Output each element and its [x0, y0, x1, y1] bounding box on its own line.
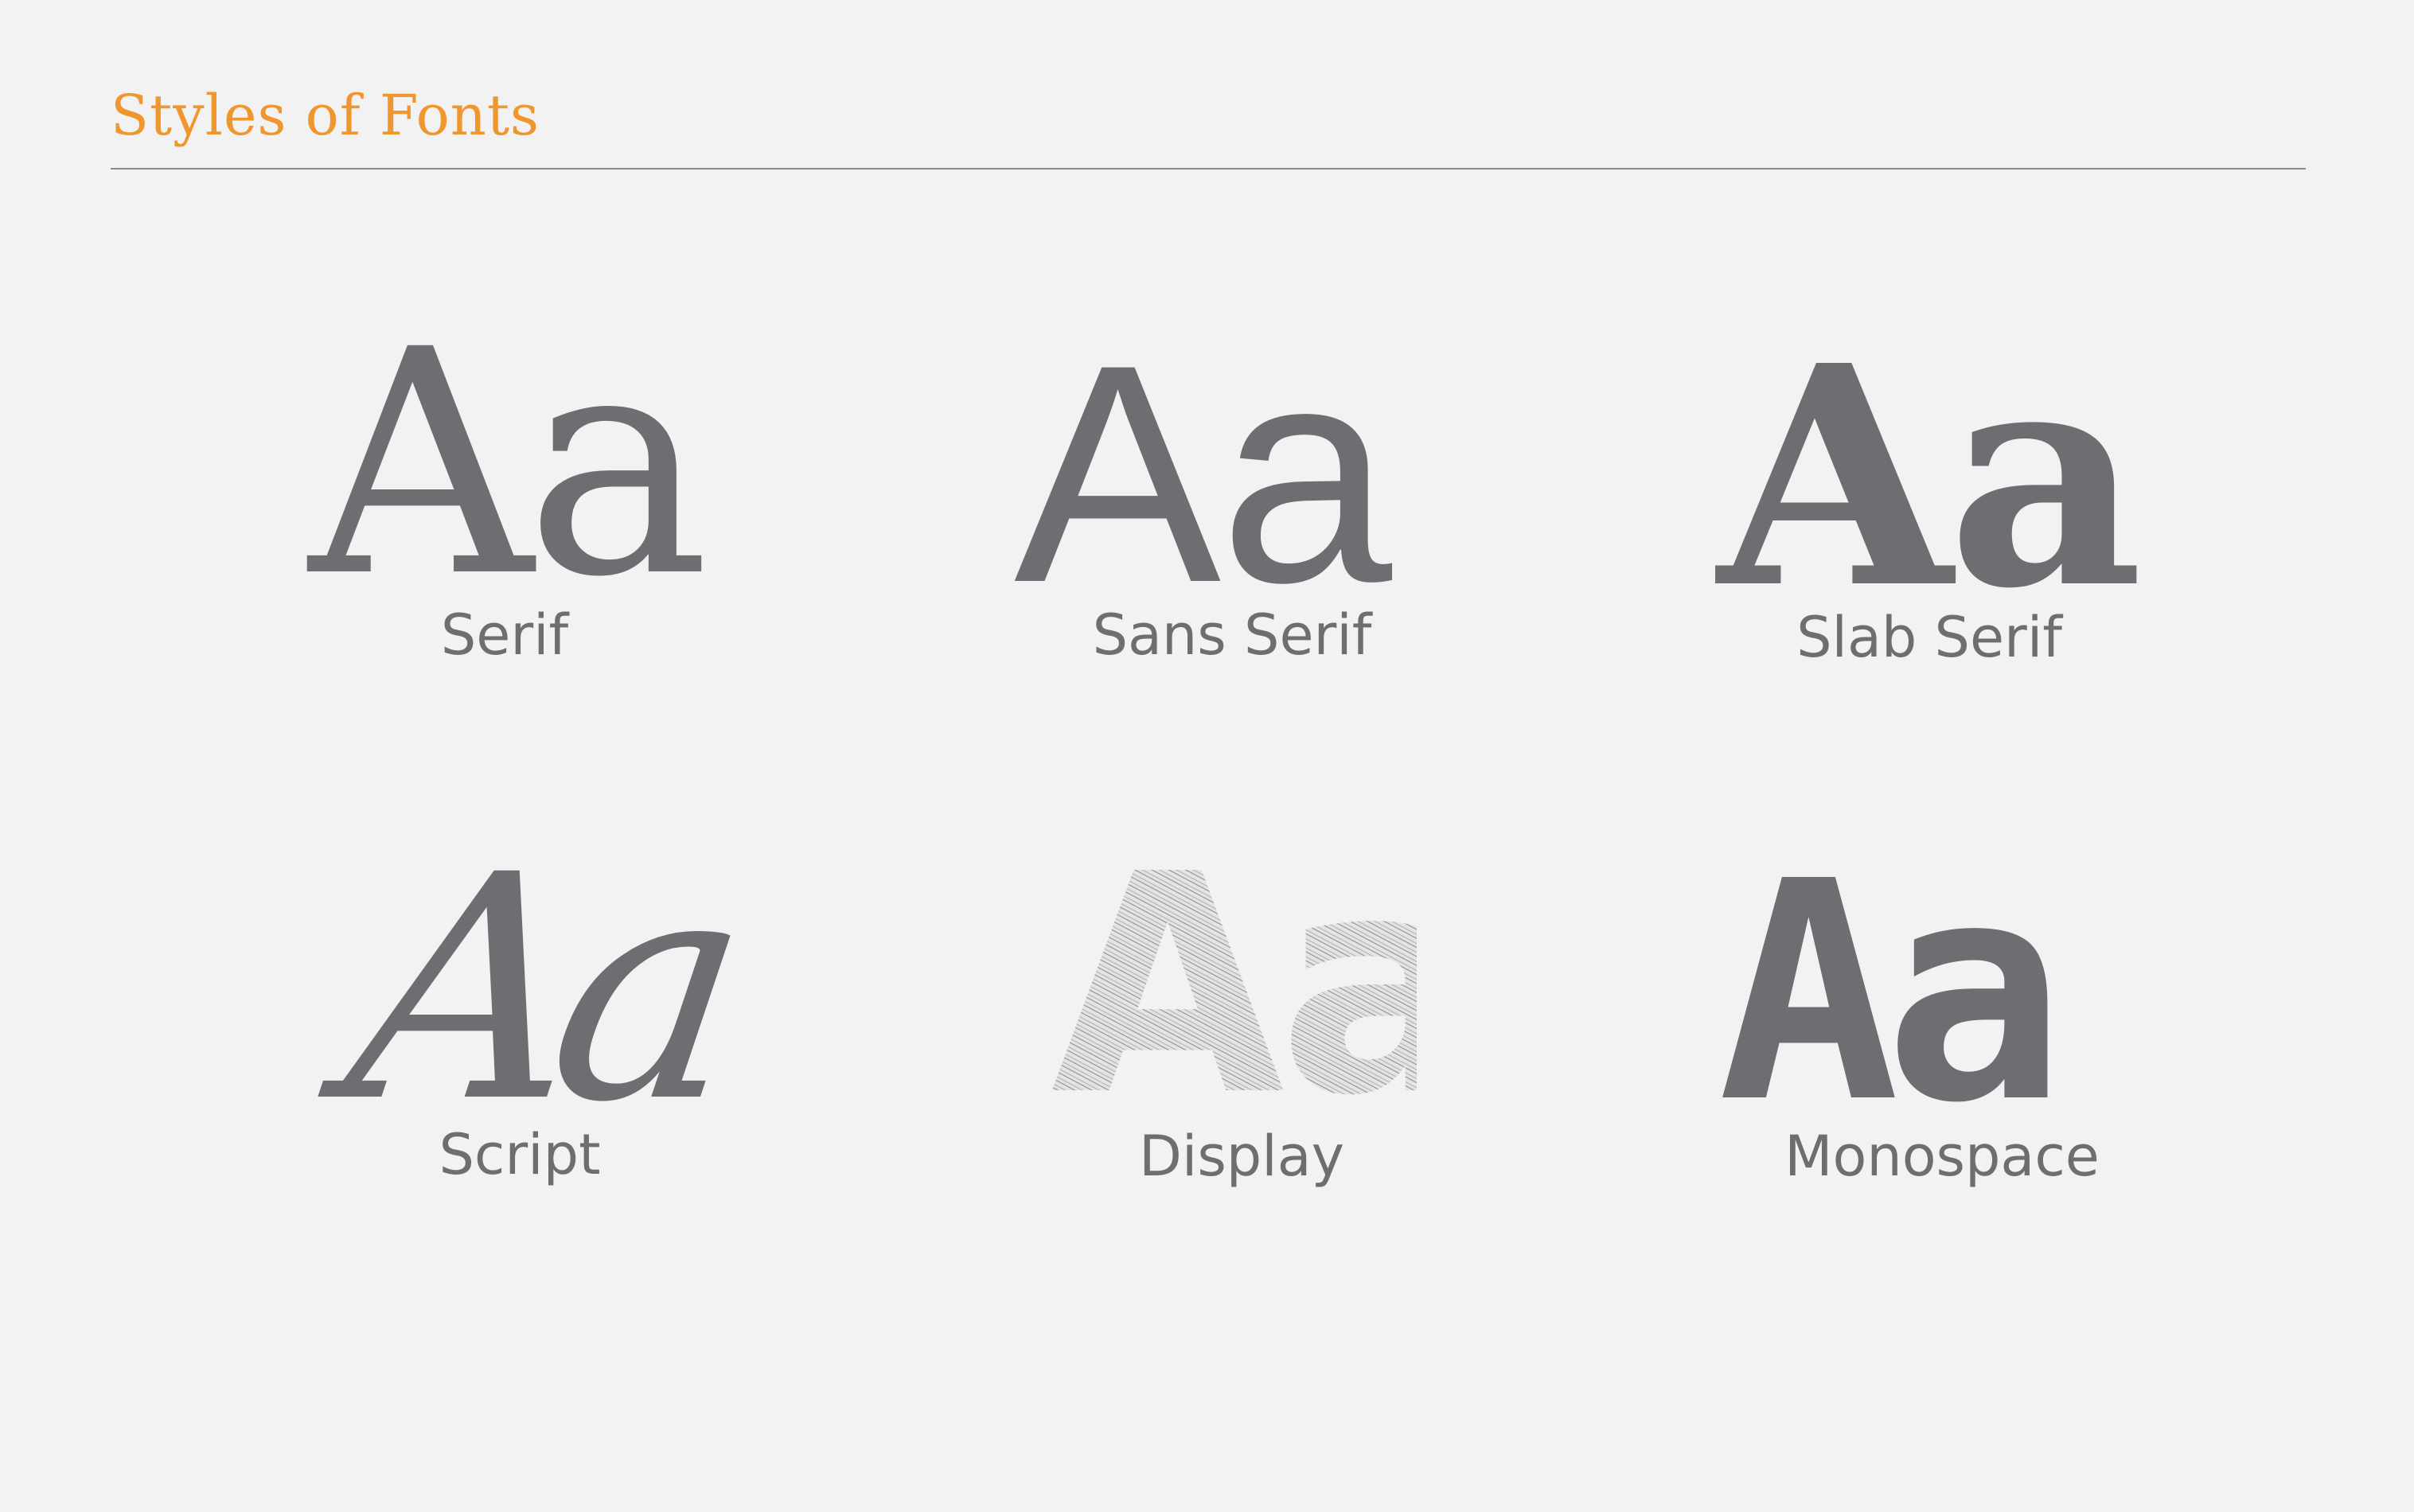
display-specimen: Aa	[1051, 844, 1417, 1106]
page-title: Styles of Fonts	[111, 83, 540, 148]
slab-serif-label: Slab Serif	[1796, 605, 2062, 670]
serif-label: Serif	[440, 602, 569, 668]
sans-serif-specimen: Aa	[1014, 300, 1392, 647]
script-label: Script	[439, 1122, 601, 1187]
sans-serif-label: Sans Serif	[1092, 602, 1372, 668]
monospace-label: Monospace	[1784, 1124, 2100, 1189]
font-styles-slide: Styles of Fonts Aa Serif Aa Sans Serif A…	[0, 0, 2414, 1512]
display-label: Display	[1138, 1124, 1345, 1189]
title-divider	[111, 168, 2306, 170]
script-specimen: Aa	[331, 809, 747, 1170]
monospace-specimen: Aa	[1718, 816, 2066, 1169]
slab-serif-specimen: Aa	[1718, 299, 2143, 655]
display-specimen-graphic: Aa	[1051, 844, 1417, 1106]
serif-specimen: Aa	[309, 283, 710, 645]
